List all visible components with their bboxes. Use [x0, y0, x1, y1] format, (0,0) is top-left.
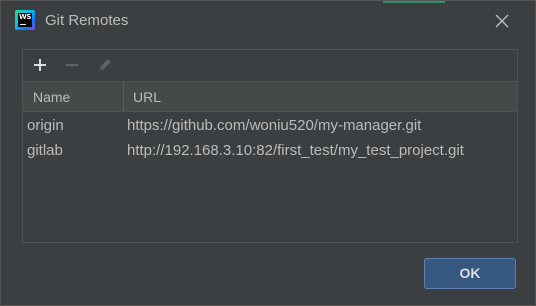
app-icon-text: WS	[19, 13, 32, 21]
plus-icon[interactable]	[30, 55, 50, 75]
remotes-panel: Name URL origin https://github.com/woniu…	[22, 49, 518, 243]
table-row[interactable]: origin https://github.com/woniu520/my-ma…	[23, 113, 517, 138]
webstorm-icon: WS	[15, 10, 35, 30]
remote-name: gitlab	[27, 142, 63, 159]
column-divider	[123, 82, 124, 111]
dialog-title: Git Remotes	[45, 12, 129, 29]
pencil-icon[interactable]	[95, 55, 115, 75]
remotes-toolbar	[23, 50, 517, 82]
ok-button[interactable]: OK	[424, 258, 516, 289]
remote-name: origin	[27, 117, 64, 134]
remote-url: https://github.com/woniu520/my-manager.g…	[127, 117, 422, 134]
git-remotes-dialog: WS Git Remotes Name URL origin https://g…	[0, 0, 536, 306]
table-row[interactable]: gitlab http://192.168.3.10:82/first_test…	[23, 138, 517, 163]
minus-icon[interactable]	[62, 55, 82, 75]
title-bar[interactable]: WS Git Remotes	[1, 1, 535, 41]
column-header-url[interactable]: URL	[133, 89, 161, 105]
table-header: Name URL	[23, 82, 517, 112]
close-icon[interactable]	[493, 12, 511, 30]
remote-url: http://192.168.3.10:82/first_test/my_tes…	[127, 142, 464, 159]
column-header-name[interactable]: Name	[33, 89, 70, 105]
